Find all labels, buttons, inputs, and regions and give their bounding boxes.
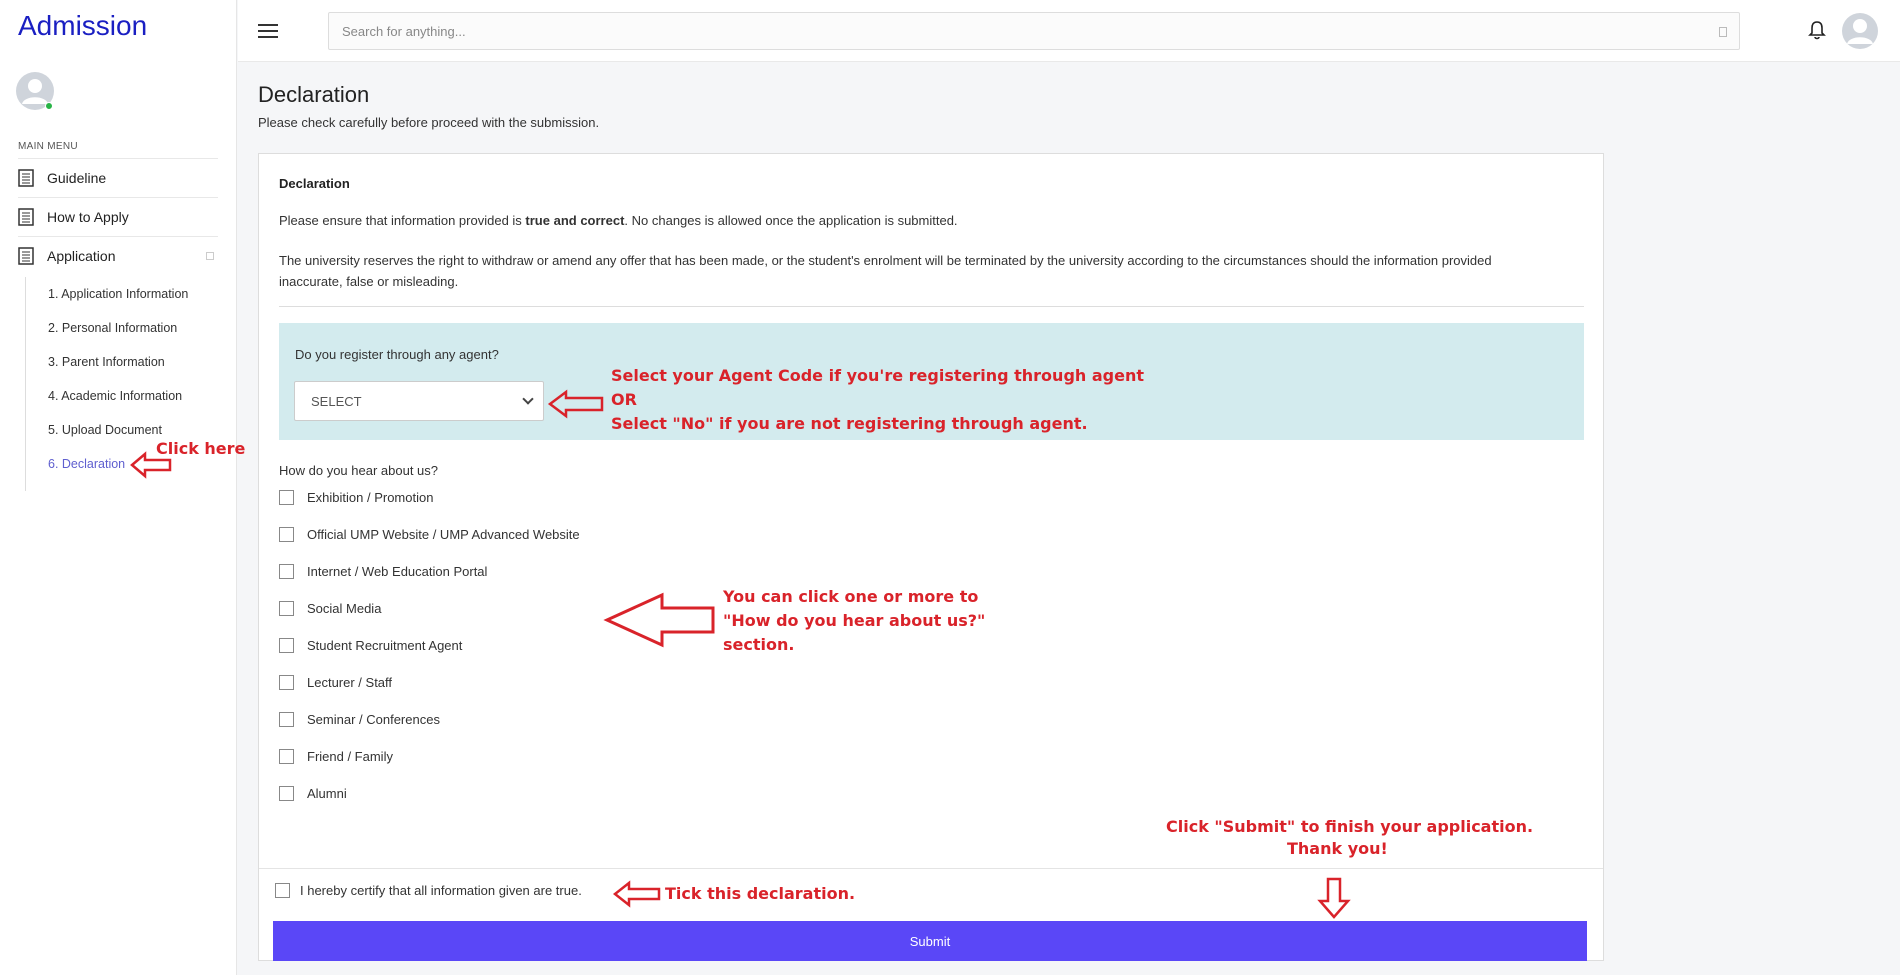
- checkbox-social-media[interactable]: Social Media: [279, 601, 381, 616]
- page-subtitle: Please check carefully before proceed wi…: [258, 115, 600, 130]
- notice-text: Please ensure that information provided …: [279, 213, 526, 228]
- checkbox-lecturer-staff[interactable]: Lecturer / Staff: [279, 675, 392, 690]
- footer-divider: [259, 868, 1603, 869]
- certify-label: I hereby certify that all information gi…: [300, 883, 582, 898]
- search-input[interactable]: [329, 13, 1739, 49]
- sidebar-item-label: How to Apply: [47, 209, 129, 225]
- arrow-left-icon: [130, 451, 172, 479]
- declaration-notice: Please ensure that information provided …: [279, 213, 958, 228]
- certify-checkbox[interactable]: [275, 883, 290, 898]
- arrow-left-icon: [612, 880, 661, 908]
- sidebar-item-how-to-apply[interactable]: How to Apply: [18, 197, 218, 236]
- checkbox[interactable]: [279, 786, 294, 801]
- university-rights-text: The university reserves the right to wit…: [279, 253, 1492, 289]
- bell-icon[interactable]: [1808, 20, 1826, 40]
- search-box: [328, 12, 1740, 50]
- avatar-icon[interactable]: [1842, 13, 1878, 49]
- arrow-down-icon: [1317, 877, 1351, 919]
- checkbox-friend-family[interactable]: Friend / Family: [279, 749, 393, 764]
- annotation-hear-line1: You can click one or more to: [723, 587, 979, 606]
- submenu-item-personal-information[interactable]: 2. Personal Information: [26, 311, 205, 345]
- checkbox-label: Student Recruitment Agent: [307, 638, 463, 653]
- checkbox[interactable]: [279, 490, 294, 505]
- checkbox-label: Exhibition / Promotion: [307, 490, 434, 505]
- checkbox[interactable]: [279, 564, 294, 579]
- main-menu: Guideline How to Apply Application: [18, 158, 218, 275]
- hear-about-us-label: How do you hear about us?: [279, 463, 438, 478]
- arrow-left-icon: [603, 592, 715, 648]
- submenu-item-application-information[interactable]: 1. Application Information: [26, 277, 205, 311]
- checkbox[interactable]: [279, 527, 294, 542]
- annotation-tick-declaration: Tick this declaration.: [665, 884, 856, 903]
- sidebar-item-label: Guideline: [47, 170, 107, 186]
- checkbox-internet[interactable]: Internet / Web Education Portal: [279, 564, 487, 579]
- checkbox-label: Official UMP Website / UMP Advanced Webs…: [307, 527, 580, 542]
- checkbox[interactable]: [279, 712, 294, 727]
- checkbox[interactable]: [279, 601, 294, 616]
- top-bar: [238, 0, 1900, 62]
- main-menu-title: MAIN MENU: [18, 141, 78, 152]
- document-icon: [18, 247, 34, 265]
- sidebar-item-guideline[interactable]: Guideline: [18, 158, 218, 197]
- annotation-agent-line3: Select "No" if you are not registering t…: [611, 414, 1088, 433]
- checkbox-exhibition[interactable]: Exhibition / Promotion: [279, 490, 433, 505]
- expand-icon[interactable]: [206, 252, 214, 260]
- arrow-left-icon: [547, 389, 604, 419]
- annotation-submit-line1: Click "Submit" to finish your applicatio…: [1166, 817, 1534, 836]
- page-title: Declaration: [258, 82, 370, 107]
- notice-text-end: . No changes is allowed once the applica…: [624, 213, 958, 228]
- checkbox[interactable]: [279, 749, 294, 764]
- annotation-hear-line3: section.: [723, 635, 795, 654]
- checkbox[interactable]: [279, 638, 294, 653]
- checkbox-official-website[interactable]: Official UMP Website / UMP Advanced Webs…: [279, 527, 580, 542]
- sidebar-item-application[interactable]: Application: [18, 236, 218, 275]
- online-status-dot: [45, 102, 53, 110]
- agent-select[interactable]: SELECT: [294, 381, 544, 421]
- checkbox-label: Seminar / Conferences: [307, 712, 440, 727]
- sidebar: Admission MAIN MENU Guideline How to App…: [0, 0, 237, 975]
- hamburger-icon[interactable]: [258, 24, 278, 38]
- card-title: Declaration: [279, 176, 350, 191]
- search-icon[interactable]: [1719, 27, 1727, 37]
- sidebar-item-label: Application: [47, 248, 116, 264]
- submit-button[interactable]: Submit: [273, 921, 1587, 961]
- checkbox-recruitment-agent[interactable]: Student Recruitment Agent: [279, 638, 462, 653]
- checkbox-label: Friend / Family: [307, 749, 393, 764]
- checkbox-seminar[interactable]: Seminar / Conferences: [279, 712, 440, 727]
- checkbox-label: Alumni: [307, 786, 347, 801]
- declaration-card: Declaration Please ensure that informati…: [258, 153, 1604, 961]
- checkbox-label: Social Media: [307, 601, 382, 616]
- annotation-agent-line1: Select your Agent Code if you're registe…: [611, 366, 1144, 385]
- checkbox-label: Lecturer / Staff: [307, 675, 393, 690]
- submenu-item-parent-information[interactable]: 3. Parent Information: [26, 345, 205, 379]
- brand-title[interactable]: Admission: [18, 10, 147, 42]
- document-icon: [18, 169, 34, 187]
- annotation-agent-line2: OR: [611, 390, 637, 409]
- annotation-hear-line2: "How do you hear about us?": [723, 611, 986, 630]
- checkbox[interactable]: [279, 675, 294, 690]
- document-icon: [18, 208, 34, 226]
- certify-checkbox-row[interactable]: I hereby certify that all information gi…: [275, 883, 582, 898]
- submenu-item-academic-information[interactable]: 4. Academic Information: [26, 379, 205, 413]
- annotation-submit-line2: Thank you!: [1287, 839, 1388, 858]
- checkbox-label: Internet / Web Education Portal: [307, 564, 488, 579]
- divider: [279, 306, 1584, 307]
- agent-question: Do you register through any agent?: [295, 347, 499, 362]
- checkbox-alumni[interactable]: Alumni: [279, 786, 347, 801]
- notice-bold-text: true and correct: [525, 213, 625, 228]
